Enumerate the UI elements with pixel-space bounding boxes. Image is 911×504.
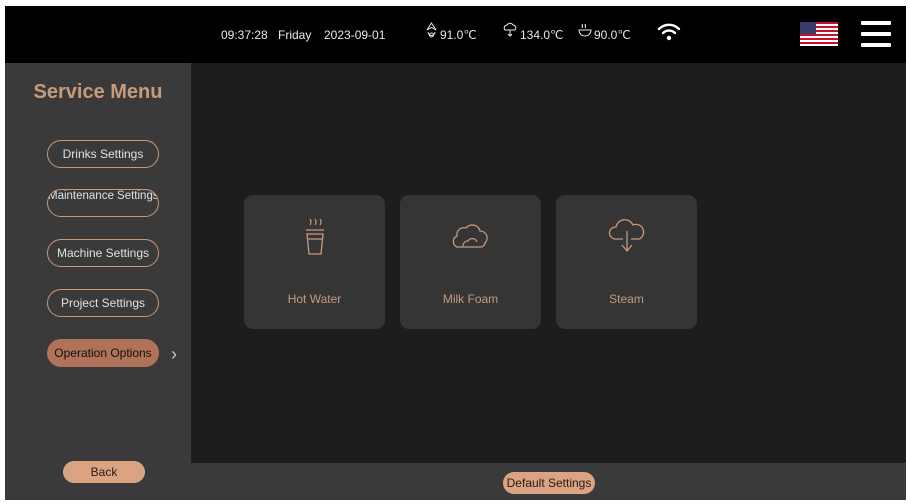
clock-time: 09:37:28 xyxy=(221,28,268,42)
hot-water-cup-icon xyxy=(305,218,324,255)
main-content: Hot Water Milk Foam Steam xyxy=(191,63,906,463)
steam-label: Steam xyxy=(609,292,644,306)
date: 2023-09-01 xyxy=(324,28,386,42)
hamburger-menu-icon[interactable] xyxy=(861,21,891,47)
sidebar-title: Service Menu xyxy=(33,81,163,103)
water-temperature: 91.0℃ xyxy=(440,28,477,42)
coffee-cup-icon xyxy=(578,23,592,37)
sidebar-item-machine-settings[interactable]: Machine Settings xyxy=(47,239,159,267)
steam-icon xyxy=(503,22,517,37)
steam-cloud-icon xyxy=(608,219,644,253)
weekday: Friday xyxy=(278,28,312,42)
footer-bar: Default Settings xyxy=(191,463,906,500)
default-settings-button[interactable]: Default Settings xyxy=(503,472,595,494)
coffee-temperature: 90.0℃ xyxy=(594,28,631,42)
chevron-right-icon: › xyxy=(171,344,177,364)
steam-card[interactable]: Steam xyxy=(556,195,697,329)
app-screen: 09:37:28 Friday 2023-09-01 91.0℃ 134.0℃ … xyxy=(5,6,906,500)
sidebar-item-operation-options[interactable]: Operation Options xyxy=(47,339,159,367)
milk-foam-icon xyxy=(452,224,488,248)
back-button[interactable]: Back xyxy=(63,461,145,483)
status-bar: 09:37:28 Friday 2023-09-01 91.0℃ 134.0℃ … xyxy=(5,6,906,63)
hot-water-label: Hot Water xyxy=(287,292,342,306)
sidebar-item-maintenance-settings[interactable]: Maintenance Settings xyxy=(47,189,159,217)
milk-foam-label: Milk Foam xyxy=(442,292,499,306)
hot-water-card[interactable]: Hot Water xyxy=(244,195,385,329)
wifi-icon[interactable] xyxy=(657,22,681,42)
steam-temperature: 134.0℃ xyxy=(520,28,564,42)
sidebar-item-project-settings[interactable]: Project Settings xyxy=(47,289,159,317)
sidebar: Service Menu Drinks Settings Maintenance… xyxy=(5,63,191,500)
milk-foam-card[interactable]: Milk Foam xyxy=(400,195,541,329)
sidebar-item-drinks-settings[interactable]: Drinks Settings xyxy=(47,140,159,168)
water-drop-icon xyxy=(426,22,437,38)
us-flag-icon[interactable] xyxy=(800,22,838,46)
